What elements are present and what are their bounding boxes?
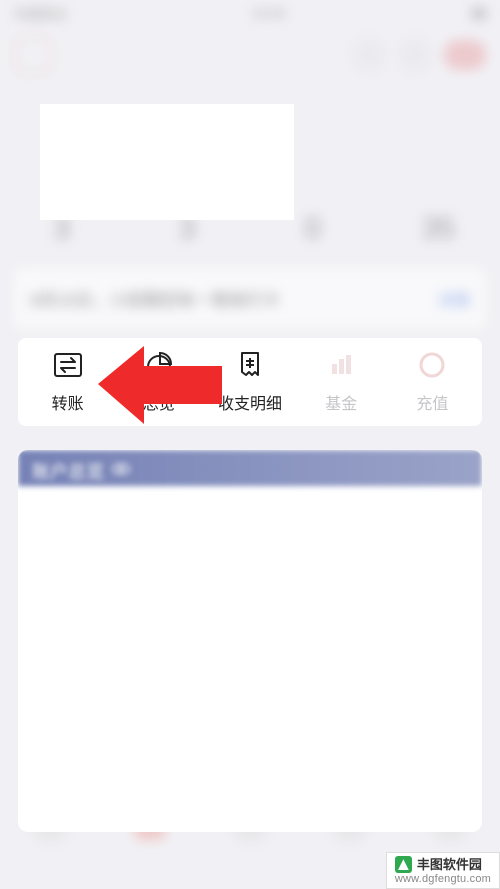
action-topup[interactable]: 充值: [387, 350, 478, 414]
action-label: 基金: [325, 390, 357, 414]
action-transfer[interactable]: 转账: [22, 350, 113, 414]
action-label: 收支明细: [218, 390, 282, 414]
ring-icon: [417, 350, 447, 380]
summary-item[interactable]: 35: [391, 194, 487, 246]
notification-badge[interactable]: [444, 40, 486, 70]
piechart-icon: [144, 350, 174, 380]
fund-icon: [326, 350, 356, 380]
action-transactions[interactable]: 收支明细: [204, 350, 295, 414]
watermark-logo-icon: [395, 856, 412, 873]
watermark-name: 丰图软件园: [417, 857, 482, 873]
quick-actions-card: 转账 总览 收支明细 基金 充值: [18, 338, 482, 426]
avatar[interactable]: [14, 36, 52, 74]
status-bar: 中国移动 20:08 ▮▮: [0, 0, 500, 26]
overview-title: 账户总览: [32, 458, 104, 484]
app-header: [0, 26, 500, 84]
carrier-label: 中国移动: [14, 4, 66, 23]
status-time: 20:08: [253, 6, 286, 21]
action-fund[interactable]: 基金: [296, 350, 387, 414]
action-label: 转账: [52, 390, 84, 414]
notice-text: 9月15日，小招猜您有一笔他行卡: [30, 286, 279, 311]
account-overview-card[interactable]: 账户总览: [18, 450, 482, 832]
battery-icon: ▮▮: [472, 5, 486, 21]
notice-action[interactable]: 详情: [438, 287, 470, 311]
transfer-icon: [53, 350, 83, 380]
redaction-block: [40, 104, 294, 220]
action-overview[interactable]: 总览: [113, 350, 204, 414]
notice-card[interactable]: 9月15日，小招猜您有一笔他行卡 详情: [14, 268, 486, 329]
service-icon[interactable]: [398, 38, 432, 72]
action-label: 充值: [416, 390, 448, 414]
watermark: 丰图软件园 www.dgfengtu.com: [386, 852, 500, 889]
eye-icon[interactable]: [112, 460, 130, 483]
action-label: 总览: [143, 390, 175, 414]
overview-header: 账户总览: [18, 450, 482, 486]
search-icon[interactable]: [352, 38, 386, 72]
receipt-icon: [235, 350, 265, 380]
watermark-url: www.dgfengtu.com: [395, 873, 491, 887]
